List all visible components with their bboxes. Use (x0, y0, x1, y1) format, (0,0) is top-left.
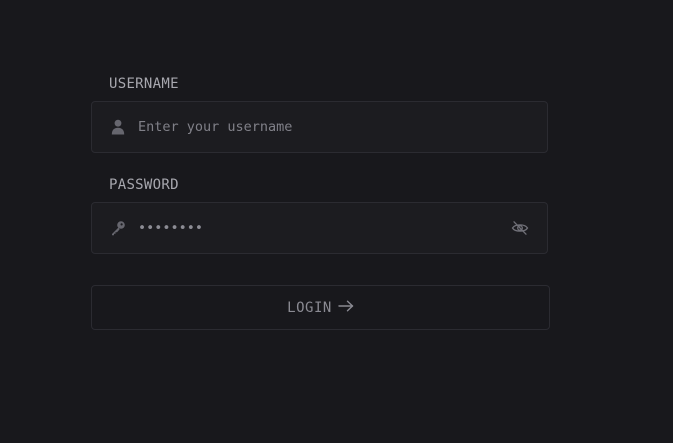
eye-off-icon[interactable] (511, 220, 529, 236)
username-input[interactable] (138, 102, 498, 152)
key-icon (110, 220, 126, 236)
username-label: USERNAME (109, 76, 179, 92)
password-label: PASSWORD (109, 177, 179, 193)
password-field[interactable] (91, 202, 548, 254)
login-label: LOGIN (287, 299, 332, 316)
login-button[interactable]: LOGIN (91, 285, 550, 330)
arrow-right-icon (338, 300, 354, 316)
username-field[interactable] (91, 101, 548, 153)
user-icon (110, 119, 126, 135)
password-input[interactable] (138, 203, 498, 253)
